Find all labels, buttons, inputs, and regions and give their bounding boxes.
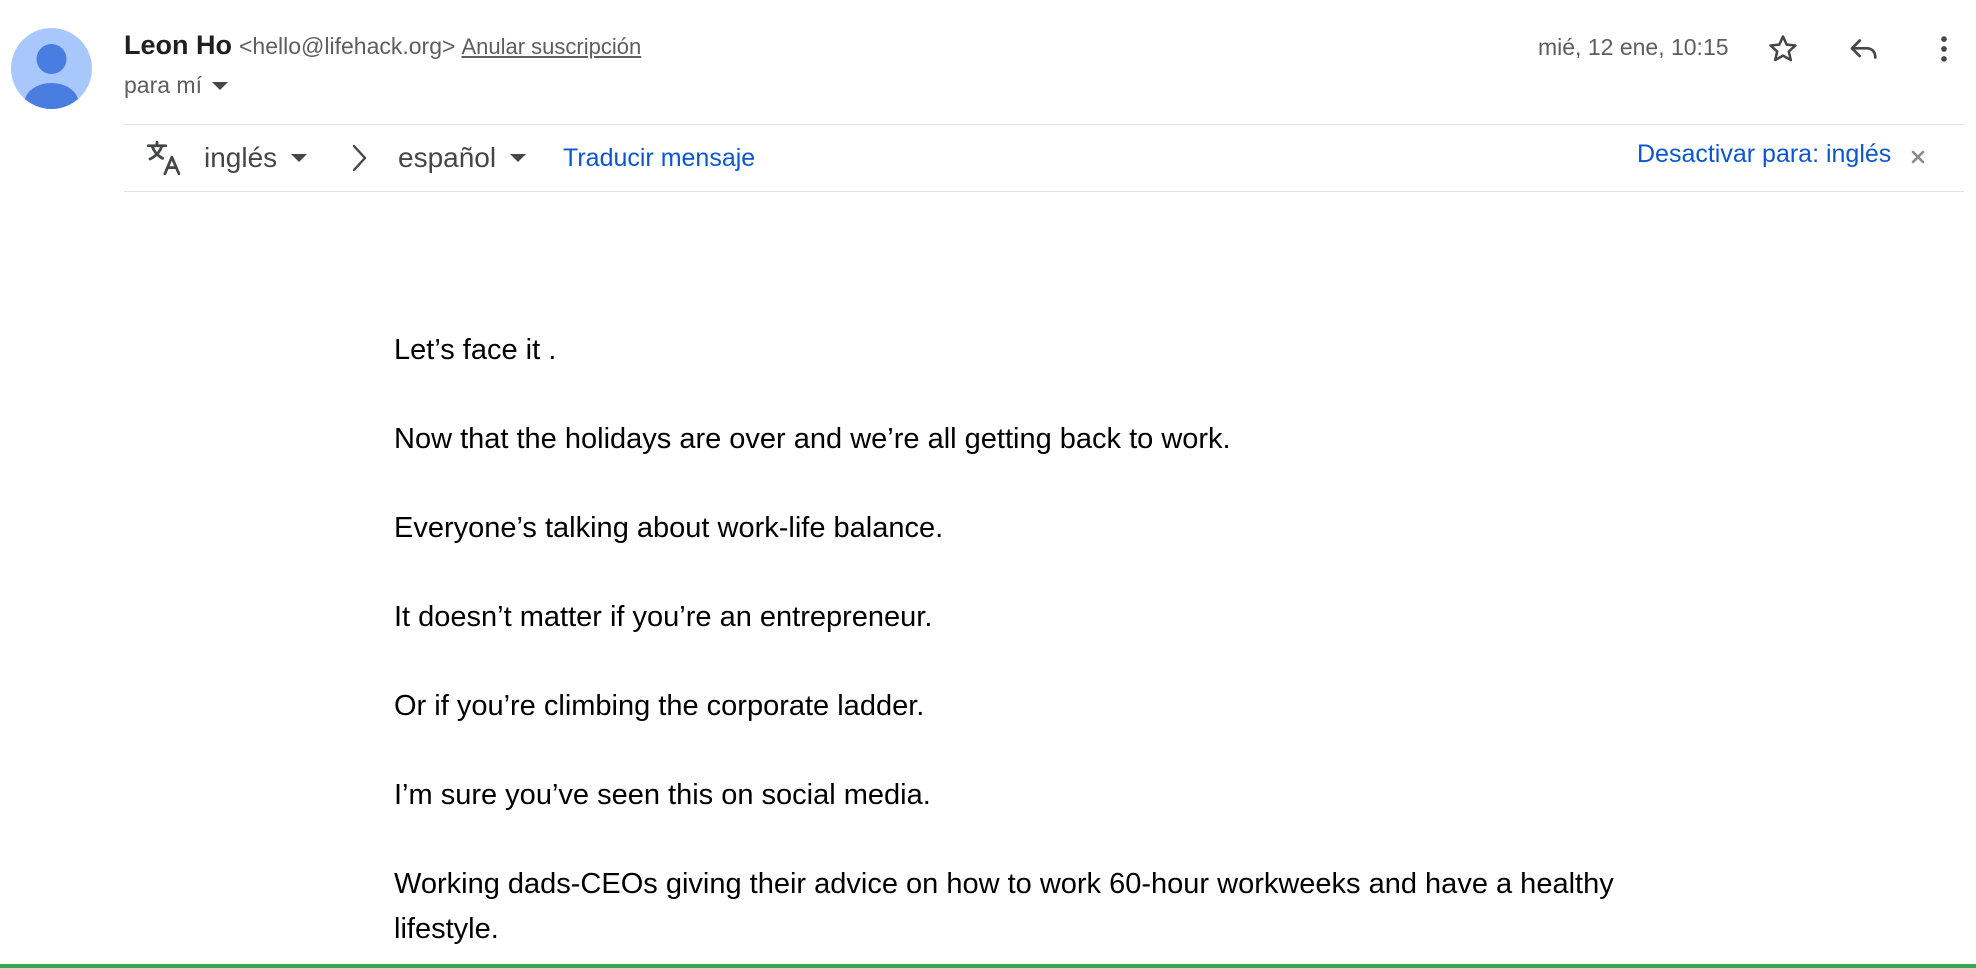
reply-button[interactable]	[1842, 27, 1886, 71]
body-paragraph: Or if you’re climbing the corporate ladd…	[394, 690, 925, 722]
star-icon	[1769, 35, 1797, 62]
close-icon	[1911, 150, 1925, 164]
chevron-down-icon	[510, 154, 527, 162]
unsubscribe-link[interactable]: Anular suscripción	[461, 34, 641, 60]
disable-translation-link[interactable]: Desactivar para: inglés	[1637, 121, 1891, 187]
reply-icon	[1850, 39, 1877, 59]
body-paragraph: Working dads-CEOs giving their advice on…	[394, 868, 1614, 945]
chevron-down-icon	[291, 154, 308, 162]
sender-avatar[interactable]	[11, 28, 92, 109]
target-language-select[interactable]: español	[398, 125, 527, 191]
translate-icon	[146, 140, 181, 176]
translate-message-link[interactable]: Traducir mensaje	[563, 125, 755, 191]
body-paragraph: Now that the holidays are over and we’re…	[394, 423, 1231, 455]
more-options-button[interactable]	[1922, 27, 1966, 71]
more-vert-icon	[1941, 36, 1947, 62]
sender-line: Leon Ho <hello@lifehack.org> Anular susc…	[124, 30, 641, 66]
target-language-label: español	[398, 142, 497, 173]
body-paragraph: It doesn’t matter if you’re an entrepren…	[394, 601, 933, 633]
star-button[interactable]	[1761, 27, 1805, 71]
bottom-accent-line	[0, 964, 1976, 968]
chevron-right-icon	[352, 144, 367, 172]
message-date: mié, 12 ene, 10:15	[1538, 34, 1729, 60]
source-language-select[interactable]: inglés	[204, 125, 308, 191]
recipient-label: para mí	[124, 72, 202, 98]
body-paragraph: I’m sure you’ve seen this on social medi…	[394, 779, 931, 811]
translation-bar: inglés español Traducir mensaje Desactiv…	[124, 124, 1964, 192]
body-paragraph: Everyone’s talking about work-life balan…	[394, 512, 944, 544]
language-arrow	[344, 125, 374, 191]
sender-email: <hello@lifehack.org>	[239, 33, 456, 59]
email-body: Let’s face it . Now that the holidays ar…	[394, 328, 1694, 968]
close-translation-button[interactable]	[1910, 124, 1926, 190]
source-language-label: inglés	[204, 142, 278, 173]
sender-name[interactable]: Leon Ho	[124, 30, 232, 61]
recipient-details-toggle[interactable]: para mí	[124, 72, 228, 99]
translate-icon-container	[143, 125, 185, 191]
chevron-down-icon	[211, 81, 228, 90]
body-paragraph: Let’s face it .	[394, 334, 557, 366]
avatar-icon	[24, 44, 79, 109]
email-view: Leon Ho <hello@lifehack.org> Anular susc…	[0, 0, 1976, 968]
